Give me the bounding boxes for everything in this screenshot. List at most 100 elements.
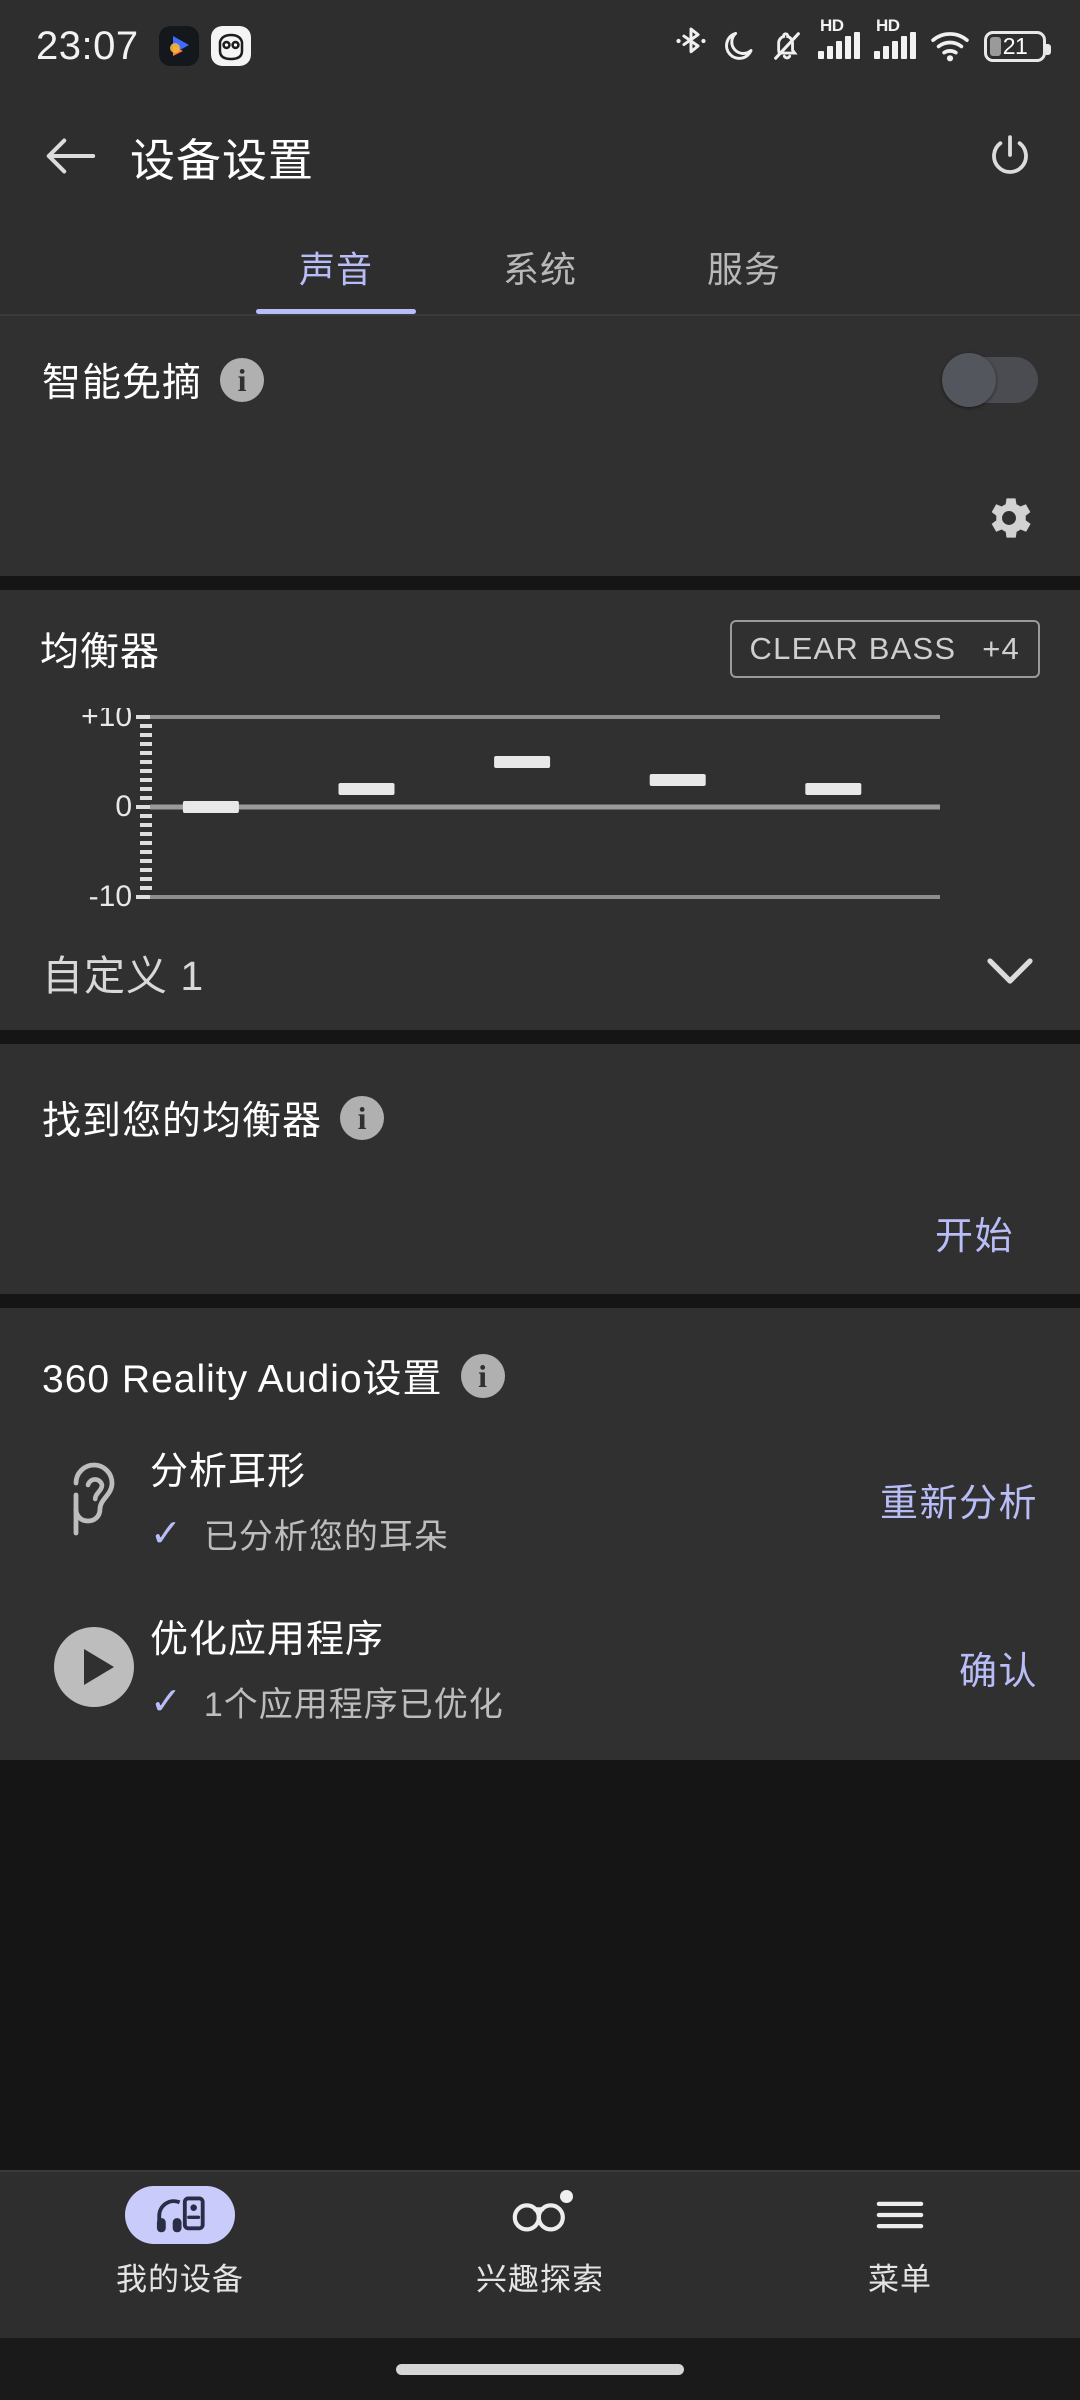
tab-system[interactable]: 系统 bbox=[438, 220, 642, 314]
hd-signal-icon-sim2: HD bbox=[874, 17, 916, 59]
info-icon[interactable]: i bbox=[220, 358, 265, 402]
smart-pause-header: 智能免摘 i bbox=[42, 352, 1038, 408]
binoculars-icon bbox=[512, 2203, 565, 2232]
battery-percent-label: 21 bbox=[1002, 32, 1028, 59]
settings-scroll-area[interactable]: 智能免摘 i 均衡器 CLEAR BASS +4 +10 0 -10 自定义 1… bbox=[0, 316, 1080, 2170]
optimize-apps-title: 优化应用程序 bbox=[150, 1619, 385, 1661]
battery-icon: 21 bbox=[984, 30, 1051, 62]
info-icon-glyph: i bbox=[357, 1100, 367, 1136]
ringer-muted-icon bbox=[774, 32, 800, 60]
nav-icon-box-menu bbox=[845, 2186, 955, 2244]
find-equalizer-action-row: 开始 bbox=[42, 1205, 1038, 1260]
status-bar: 23:07 HD HD 21 bbox=[0, 0, 1080, 92]
start-button[interactable]: 开始 bbox=[935, 1205, 1014, 1260]
gear-icon bbox=[991, 498, 1031, 538]
chevron-down-icon[interactable] bbox=[986, 957, 1034, 987]
clear-bass-label: CLEAR BASS bbox=[749, 631, 957, 666]
hamburger-menu-icon bbox=[876, 2201, 924, 2229]
svg-text:+10: +10 bbox=[81, 708, 132, 733]
discover-badge-dot bbox=[560, 2190, 573, 2203]
card-divider bbox=[0, 1760, 1080, 1774]
nav-item-my-device[interactable]: 我的设备 bbox=[0, 2172, 360, 2299]
optimize-apps-status-row: ✓ 1个应用程序已优化 bbox=[150, 1677, 939, 1726]
arrow-left-icon bbox=[46, 138, 96, 174]
home-gesture-bar[interactable] bbox=[396, 2363, 684, 2375]
equalizer-preset-name: 自定义 1 bbox=[42, 953, 205, 999]
reality-audio-title: 360 Reality Audio设置 bbox=[42, 1358, 443, 1401]
status-bar-system-icons: HD HD 21 bbox=[674, 17, 1051, 66]
power-button[interactable] bbox=[976, 122, 1044, 190]
ear-icon-wrap bbox=[42, 1451, 146, 1547]
reality-audio-header: 360 Reality Audio设置 i bbox=[42, 1348, 1038, 1404]
analyze-ear-shape-title: 分析耳形 bbox=[150, 1451, 307, 1493]
info-icon[interactable]: i bbox=[460, 1354, 505, 1398]
tab-service[interactable]: 服务 bbox=[642, 220, 846, 314]
find-equalizer-header: 找到您的均衡器 i bbox=[42, 1090, 1038, 1146]
equalizer-svg: +10 0 -10 bbox=[81, 700, 940, 913]
media-player-app-icon bbox=[158, 26, 199, 66]
play-circle-icon bbox=[54, 1627, 134, 1707]
check-icon: ✓ bbox=[150, 1512, 182, 1555]
ear-icon bbox=[73, 1462, 115, 1536]
status-bar-notification-icons bbox=[158, 26, 251, 66]
optimize-apps-status: 1个应用程序已优化 bbox=[203, 1686, 504, 1724]
device-settings-screen: 23:07 HD HD 21 设备设置 声音 系统 服务 智能免摘 i 均衡器 … bbox=[0, 0, 1080, 2400]
bottom-navigation: 我的设备 兴趣探索 菜单 bbox=[0, 2170, 1080, 2338]
confirm-button[interactable]: 确认 bbox=[959, 1640, 1038, 1695]
tab-bar: 声音 系统 服务 bbox=[0, 220, 1080, 316]
page-title: 设备设置 bbox=[130, 134, 315, 186]
tab-sound[interactable]: 声音 bbox=[234, 220, 438, 314]
clear-bass-badge[interactable]: CLEAR BASS +4 bbox=[729, 620, 1040, 678]
reality-audio-card: 360 Reality Audio设置 i 分析耳形 ✓ 已分析您的耳朵 重新分… bbox=[0, 1308, 1080, 1760]
headphones-device-icon bbox=[156, 2196, 205, 2233]
smart-pause-toggle[interactable] bbox=[942, 353, 1038, 407]
analyze-ear-shape-status-row: ✓ 已分析您的耳朵 bbox=[150, 1509, 860, 1558]
nav-icon-box-discover bbox=[485, 2186, 595, 2244]
smart-pause-settings-button[interactable] bbox=[982, 491, 1036, 550]
info-icon-glyph: i bbox=[478, 1358, 487, 1394]
gesture-bar-area bbox=[0, 2338, 1080, 2400]
nav-item-menu[interactable]: 菜单 bbox=[720, 2172, 1080, 2299]
info-icon-glyph: i bbox=[237, 362, 247, 398]
check-icon: ✓ bbox=[150, 1680, 182, 1723]
hd-label-sim2: HD bbox=[876, 16, 900, 35]
equalizer-title: 均衡器 bbox=[40, 631, 161, 674]
analyze-ear-shape-status: 已分析您的耳朵 bbox=[203, 1518, 449, 1556]
hd-signal-icon-sim1: HD bbox=[818, 17, 860, 59]
clear-bass-value: +4 bbox=[982, 631, 1020, 666]
nav-label-menu: 菜单 bbox=[868, 2262, 932, 2297]
app-bar: 设备设置 bbox=[0, 92, 1080, 220]
optimize-apps-row[interactable]: 优化应用程序 ✓ 1个应用程序已优化 确认 bbox=[42, 1608, 1038, 1726]
card-divider bbox=[0, 1030, 1080, 1044]
reanalyze-button-wrap: 重新分析 bbox=[860, 1472, 1038, 1527]
equalizer-preset-row[interactable]: 自定义 1 bbox=[40, 914, 1040, 1030]
nav-label-my-device: 我的设备 bbox=[116, 2262, 244, 2297]
reanalyze-button[interactable]: 重新分析 bbox=[880, 1472, 1038, 1527]
analyze-ear-shape-row[interactable]: 分析耳形 ✓ 已分析您的耳朵 重新分析 bbox=[42, 1440, 1038, 1558]
optimize-apps-texts: 优化应用程序 ✓ 1个应用程序已优化 bbox=[146, 1608, 939, 1726]
nav-icon-box-my-device bbox=[125, 2186, 235, 2244]
nav-label-discover: 兴趣探索 bbox=[476, 2262, 604, 2297]
owl-app-icon bbox=[210, 26, 251, 66]
toggle-knob bbox=[942, 353, 996, 407]
card-divider bbox=[0, 1294, 1080, 1308]
equalizer-card: 均衡器 CLEAR BASS +4 +10 0 -10 自定义 1 bbox=[0, 590, 1080, 1030]
hd-label-sim1: HD bbox=[820, 16, 844, 35]
nav-item-discover[interactable]: 兴趣探索 bbox=[360, 2172, 720, 2299]
confirm-button-wrap: 确认 bbox=[939, 1640, 1038, 1695]
play-icon-wrap bbox=[42, 1625, 146, 1709]
find-equalizer-card: 找到您的均衡器 i 开始 bbox=[0, 1044, 1080, 1294]
wifi-icon bbox=[931, 32, 969, 62]
card-divider bbox=[0, 576, 1080, 590]
equalizer-header: 均衡器 CLEAR BASS +4 bbox=[40, 620, 1040, 678]
svg-text:-10: -10 bbox=[89, 880, 132, 908]
smart-pause-card: 智能免摘 i bbox=[0, 316, 1080, 576]
info-icon[interactable]: i bbox=[340, 1096, 385, 1140]
equalizer-graph[interactable]: +10 0 -10 bbox=[40, 700, 1040, 913]
status-bar-clock: 23:07 bbox=[36, 23, 139, 68]
analyze-ear-shape-texts: 分析耳形 ✓ 已分析您的耳朵 bbox=[146, 1440, 860, 1558]
back-button[interactable] bbox=[36, 122, 104, 190]
smart-pause-title: 智能免摘 bbox=[42, 362, 203, 405]
power-icon bbox=[992, 135, 1028, 174]
find-equalizer-title: 找到您的均衡器 bbox=[42, 1100, 323, 1143]
